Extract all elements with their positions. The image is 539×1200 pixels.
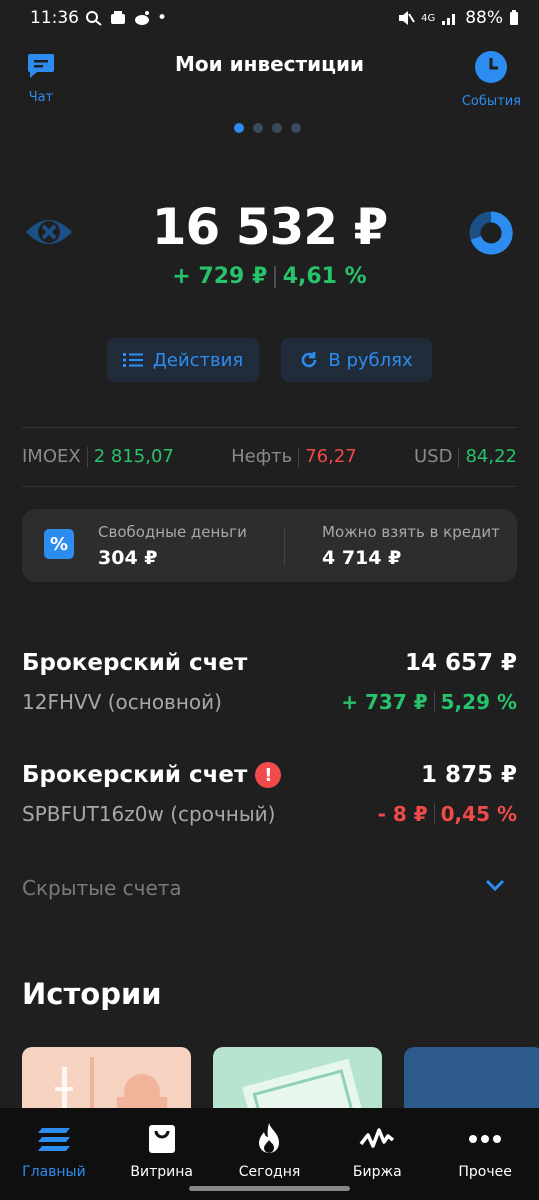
list-icon — [122, 353, 143, 367]
page-dot[interactable] — [253, 123, 263, 133]
ticker-value: 84,22 — [465, 446, 517, 467]
separator: | — [271, 264, 279, 289]
account-id: 12FHVV (основной) — [22, 690, 222, 714]
page-title: Мои инвестиции — [175, 52, 364, 76]
ticker-value: 76,27 — [305, 446, 357, 467]
divider — [22, 427, 517, 428]
nav-label: Прочее — [458, 1164, 512, 1180]
portfolio-pie-chart-icon[interactable] — [468, 210, 514, 256]
warning-icon[interactable]: ! — [255, 762, 282, 788]
chevron-down-icon[interactable] — [484, 878, 506, 892]
account-change-absolute: - 8 ₽ — [377, 802, 428, 826]
nav-label: Главный — [22, 1164, 86, 1180]
reddit-icon — [135, 11, 149, 25]
signal-icon — [442, 14, 456, 25]
clock-icon — [475, 51, 508, 83]
page-indicator — [234, 123, 301, 133]
more-notifications-dot: • — [157, 8, 168, 28]
market-ticker[interactable]: IMOEX 2 815,07 Нефть 76,27 USD 84,22 — [22, 446, 517, 467]
chat-label: Чат — [28, 90, 54, 105]
nav-item-more[interactable]: Прочее — [431, 1108, 539, 1200]
ticker-name: Нефть — [231, 446, 293, 467]
mute-icon — [399, 11, 415, 25]
ticker-item-usd[interactable]: USD 84,22 — [414, 446, 517, 467]
account-change: - 8 ₽ 0,45 % — [378, 802, 517, 826]
separator — [458, 446, 460, 467]
account-id: SPBFUT16z0w (срочный) — [22, 802, 276, 826]
free-money-value: 304 ₽ — [98, 547, 158, 569]
account-name: Брокерский счет — [22, 762, 248, 788]
account-change-percent: 0,45 % — [440, 802, 517, 826]
ticker-item-oil[interactable]: Нефть 76,27 — [231, 446, 357, 467]
free-money-card[interactable]: % Свободные деньги 304 ₽ Можно взять в к… — [22, 509, 517, 582]
currency-label: В рублях — [328, 349, 413, 371]
divider — [22, 486, 517, 487]
ticker-item-imoex[interactable]: IMOEX 2 815,07 — [22, 446, 174, 467]
more-dots-icon — [469, 1135, 502, 1143]
header: Чат Мои инвестиции События — [0, 44, 539, 114]
network-type: 4G — [421, 12, 436, 24]
account-row[interactable]: Брокерский счет 12FHVV (основной) 14 657… — [22, 650, 517, 720]
account-total: 1 875 ₽ — [420, 762, 517, 788]
ticker-name: USD — [414, 446, 453, 467]
clock: 11:36 — [30, 8, 79, 28]
account-name: Брокерский счет — [22, 650, 248, 676]
ticker-value: 2 815,07 — [93, 446, 174, 467]
credit-label: Можно взять в кредит — [322, 523, 500, 541]
change-percent: 4,61 % — [282, 264, 367, 289]
portfolio-total: 16 532 ₽ — [151, 198, 389, 256]
action-buttons: Действия В рублях — [107, 338, 432, 382]
account-total: 14 657 ₽ — [404, 650, 517, 676]
percent-icon: % — [44, 529, 74, 559]
home-stack-icon — [37, 1128, 70, 1151]
separator — [86, 446, 88, 467]
battery-percent: 88% — [465, 8, 503, 28]
portfolio-change: + 729 ₽ | 4,61 % — [0, 264, 539, 289]
shopping-bag-icon — [148, 1125, 175, 1153]
separator — [298, 446, 300, 467]
separator — [433, 803, 435, 825]
page-dot[interactable] — [272, 123, 282, 133]
search-icon — [86, 11, 102, 26]
nav-label: Сегодня — [238, 1164, 301, 1180]
account-change-percent: 5,29 % — [440, 690, 517, 714]
account-change-absolute: + 737 ₽ — [341, 690, 428, 714]
account-row[interactable]: Брокерский счет! SPBFUT16z0w (срочный) 1… — [22, 762, 517, 832]
nav-item-home[interactable]: Главный — [0, 1108, 108, 1200]
free-money: Свободные деньги 304 ₽ — [98, 523, 247, 569]
status-bar: 11:36 • 4G 88% — [0, 0, 539, 36]
events-label: События — [461, 94, 521, 109]
account-change: + 737 ₽ 5,29 % — [341, 690, 517, 714]
page-dot[interactable] — [234, 123, 244, 133]
hidden-accounts-toggle[interactable]: Скрытые счета — [22, 876, 517, 900]
actions-label: Действия — [152, 349, 244, 371]
flame-icon — [259, 1123, 280, 1153]
chart-line-icon — [359, 1128, 395, 1148]
credit-value: 4 714 ₽ — [322, 547, 402, 569]
separator — [433, 691, 435, 713]
page-dot[interactable] — [291, 123, 301, 133]
battery-icon — [510, 10, 518, 25]
nav-label: Витрина — [130, 1164, 193, 1180]
actions-button[interactable]: Действия — [107, 338, 259, 382]
currency-toggle-button[interactable]: В рублях — [281, 338, 432, 382]
refresh-icon — [302, 352, 317, 368]
change-absolute: + 729 ₽ — [172, 264, 268, 289]
events-button[interactable]: События — [462, 50, 521, 109]
ticker-name: IMOEX — [22, 446, 81, 467]
stories-title: Истории — [22, 977, 162, 1011]
divider — [284, 527, 285, 565]
home-indicator[interactable] — [189, 1186, 350, 1191]
credit-available: Можно взять в кредит 4 714 ₽ — [322, 523, 500, 569]
app-notification-icon — [111, 11, 125, 24]
free-money-label: Свободные деньги — [98, 523, 247, 541]
hidden-accounts-label: Скрытые счета — [22, 876, 182, 900]
nav-label: Биржа — [352, 1164, 402, 1180]
